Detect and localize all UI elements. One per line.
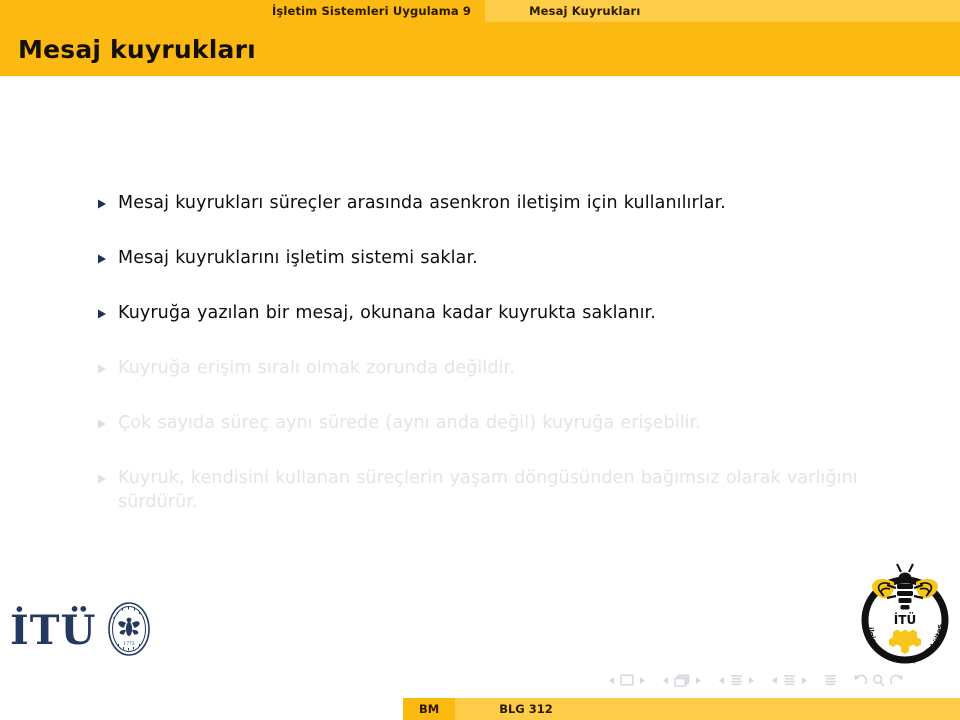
list-item-text: Kuyruğa erişim sıralı olmak zorunda deği… bbox=[118, 358, 515, 379]
itu-logo: İTÜ 1773 bbox=[10, 596, 151, 666]
triangle-bullet-icon bbox=[96, 412, 118, 430]
triangle-bullet-icon bbox=[96, 467, 118, 485]
headline-navigation-bar: İşletim Sistemleri Uygulama 9 Mesaj Kuyr… bbox=[0, 0, 960, 22]
footline-author: BM bbox=[403, 698, 456, 720]
section-icon[interactable] bbox=[783, 674, 796, 687]
subsection-navigation-group bbox=[718, 674, 755, 687]
list-item-text: Çok sayıda süreç aynı sürede (aynı anda … bbox=[118, 413, 701, 434]
itu-university-seal-icon: 1773 bbox=[102, 599, 156, 663]
next-section-icon[interactable] bbox=[801, 676, 808, 685]
triangle-bullet-icon bbox=[96, 302, 118, 320]
list-item: Kuyruğa yazılan bir mesaj, okunana kadar… bbox=[96, 302, 926, 325]
faculty-logo-inner-text: İTÜ bbox=[894, 612, 916, 627]
list-item: Kuyruk, kendisini kullanan süreçlerin ya… bbox=[96, 467, 926, 513]
list-item: Mesaj kuyruklarını işletim sistemi sakla… bbox=[96, 247, 926, 270]
subsection-icon[interactable] bbox=[730, 674, 743, 687]
slide-content-area: Mesaj kuyrukları süreçler arasında asenk… bbox=[0, 79, 960, 549]
slide-navigation-group bbox=[608, 674, 646, 686]
bullet-list: Mesaj kuyrukları süreçler arasında asenk… bbox=[96, 192, 926, 514]
back-icon[interactable] bbox=[853, 674, 867, 687]
frame-title-band: Mesaj kuyrukları bbox=[0, 22, 960, 76]
list-item: Kuyruğa erişim sıralı olmak zorunda deği… bbox=[96, 357, 926, 380]
forward-icon[interactable] bbox=[890, 674, 904, 687]
footline-bar: BM BLG 312 bbox=[0, 698, 960, 720]
headline-left-spacer bbox=[0, 0, 258, 22]
svg-text:1773: 1773 bbox=[124, 642, 135, 647]
footline-left-spacer bbox=[0, 698, 403, 720]
prev-slide-icon[interactable] bbox=[608, 676, 615, 685]
page-title: Mesaj kuyrukları bbox=[18, 34, 256, 64]
list-item-text: Kuyruk, kendisini kullanan süreçlerin ya… bbox=[118, 468, 858, 512]
triangle-bullet-icon bbox=[96, 192, 118, 210]
headline-section-label[interactable]: İşletim Sistemleri Uygulama 9 bbox=[258, 0, 486, 22]
prev-subsection-icon[interactable] bbox=[718, 676, 725, 685]
footline-course: BLG 312 bbox=[455, 698, 960, 720]
list-item-text: Mesaj kuyruklarını işletim sistemi sakla… bbox=[118, 248, 478, 269]
frame-icon[interactable] bbox=[674, 674, 690, 687]
document-navigation-group bbox=[824, 674, 837, 687]
list-item-text: Kuyruğa yazılan bir mesaj, okunana kadar… bbox=[118, 303, 656, 324]
history-navigation-group bbox=[853, 673, 904, 687]
prev-frame-icon[interactable] bbox=[662, 676, 669, 685]
list-item-text: Mesaj kuyrukları süreçler arasında asenk… bbox=[118, 193, 726, 213]
list-item: Mesaj kuyrukları süreçler arasında asenk… bbox=[96, 192, 926, 215]
document-icon[interactable] bbox=[824, 674, 837, 687]
next-slide-icon[interactable] bbox=[639, 676, 646, 685]
beamer-navigation-symbols[interactable] bbox=[608, 668, 948, 692]
triangle-bullet-icon bbox=[96, 247, 118, 265]
list-item: Çok sayıda süreç aynı sürede (aynı anda … bbox=[96, 412, 926, 435]
prev-section-icon[interactable] bbox=[771, 676, 778, 685]
faculty-bee-logo: İTÜ Bilgisayar ve Bilişim Fakültesi bbox=[853, 551, 954, 670]
slide-icon[interactable] bbox=[620, 674, 634, 686]
next-frame-icon[interactable] bbox=[695, 676, 702, 685]
section-navigation-group bbox=[771, 674, 808, 687]
headline-subsection-label[interactable]: Mesaj Kuyrukları bbox=[485, 0, 960, 22]
search-icon[interactable] bbox=[872, 673, 885, 687]
triangle-bullet-icon bbox=[96, 357, 118, 375]
itu-wordmark: İTÜ bbox=[10, 607, 97, 654]
next-subsection-icon[interactable] bbox=[748, 676, 755, 685]
frame-navigation-group bbox=[662, 674, 702, 687]
